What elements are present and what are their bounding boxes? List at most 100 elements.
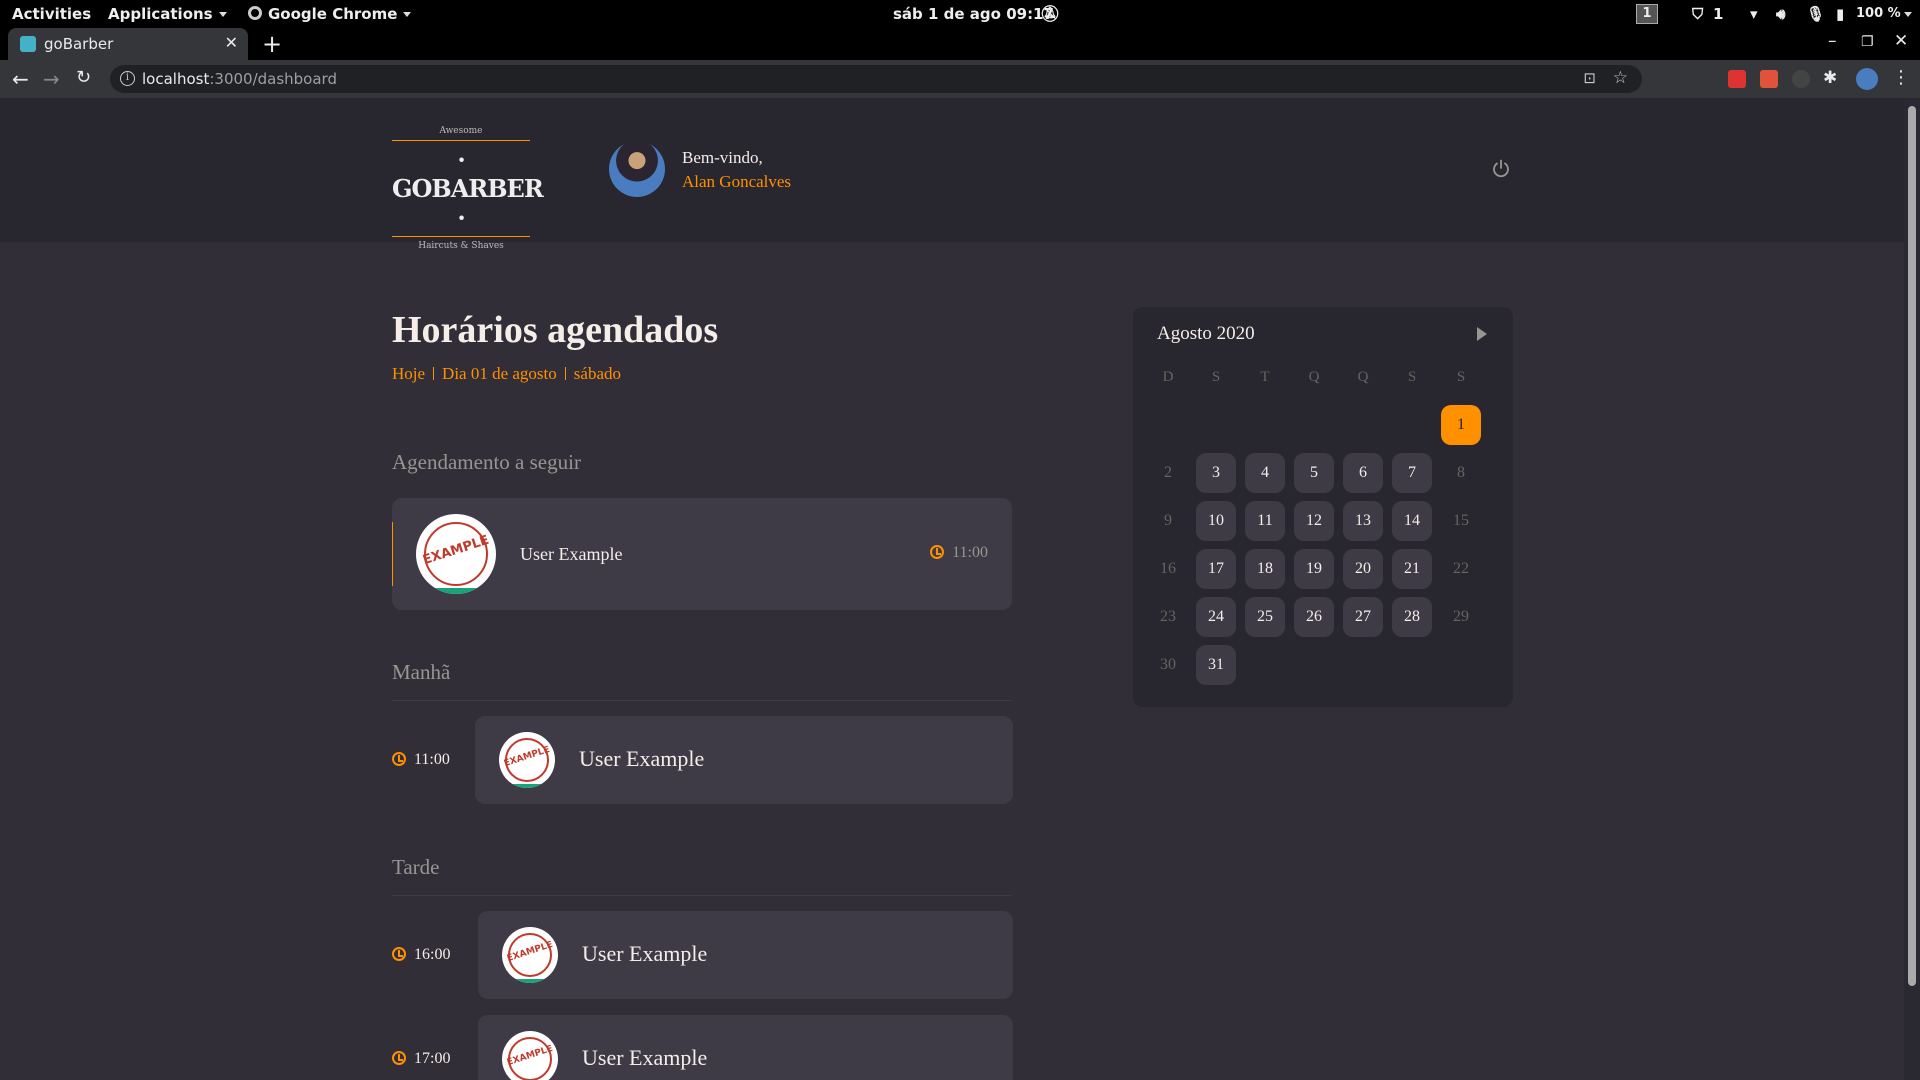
translate-icon[interactable]: ⊡: [1583, 69, 1596, 87]
profile-avatar-icon[interactable]: [1856, 68, 1878, 90]
address-bar[interactable]: i localhost:3000/dashboard ⊡ ☆: [110, 65, 1642, 93]
calendar-day[interactable]: 20: [1343, 549, 1383, 589]
calendar-day[interactable]: 13: [1343, 501, 1383, 541]
client-name: User Example: [579, 746, 705, 771]
calendar-day-selected: 1: [1441, 405, 1481, 445]
tab-strip: goBarber ✕ + – ❐ ✕: [0, 28, 1920, 60]
calendar-weekday: S: [1407, 369, 1417, 385]
calendar-day[interactable]: 26: [1294, 597, 1334, 637]
page-title: Horários agendados: [392, 309, 719, 351]
minimize-icon[interactable]: –: [1828, 31, 1837, 51]
logo-tagline-bottom: Haircuts & Shaves: [418, 241, 504, 251]
logo-wordmark: · GOBARBER ·: [392, 145, 544, 232]
calendar-weekday: S: [1211, 369, 1221, 385]
chrome-app-menu[interactable]: Google Chrome: [248, 5, 412, 23]
volume-icon[interactable]: 🔊︎: [1776, 5, 1785, 23]
calendar-day: 30: [1160, 656, 1176, 673]
calendar-day[interactable]: 4: [1245, 453, 1285, 493]
afternoon-section-label: Tarde: [392, 855, 440, 879]
client-avatar: EXAMPLE: [416, 514, 496, 594]
calendar-month-label: Agosto 2020: [1157, 323, 1255, 344]
system-menu-caret[interactable]: [1898, 5, 1912, 23]
calendar-day[interactable]: 27: [1343, 597, 1383, 637]
tab-title: goBarber: [44, 35, 114, 53]
new-tab-button[interactable]: +: [262, 30, 282, 58]
system-clock[interactable]: sáb 1 de ago 09:17: [893, 5, 1054, 23]
calendar-day[interactable]: 18: [1245, 549, 1285, 589]
wifi-icon[interactable]: ▾: [1750, 5, 1758, 23]
applications-menu[interactable]: Applications: [108, 5, 227, 23]
app-header: Awesome · GOBARBER · Haircuts & Shaves B…: [0, 98, 1904, 251]
logo-tagline-top: Awesome: [439, 126, 483, 136]
calendar-weekday: S: [1456, 369, 1466, 385]
client-name: User Example: [582, 1045, 708, 1070]
next-appointment-time: 11:00: [930, 544, 988, 562]
appointment-time: 16:00: [392, 946, 450, 964]
microphone-icon[interactable]: 🎙︎: [1806, 5, 1825, 23]
calendar-day[interactable]: 7: [1392, 453, 1432, 493]
appointment-card[interactable]: EXAMPLE User Example: [475, 716, 1013, 804]
extension-3-icon[interactable]: [1792, 70, 1810, 88]
back-icon[interactable]: ←: [12, 67, 29, 91]
calendar-day[interactable]: 21: [1392, 549, 1432, 589]
calendar-day[interactable]: 6: [1343, 453, 1383, 493]
profile-link[interactable]: Alan Goncalves: [682, 172, 791, 192]
clock-icon: [392, 947, 406, 961]
calendar-day[interactable]: 11: [1245, 501, 1285, 541]
restore-icon[interactable]: ❐: [1861, 34, 1874, 50]
subtitle-date: Dia 01 de agosto: [442, 364, 557, 383]
activities-button[interactable]: Activities: [12, 5, 91, 23]
close-window-icon[interactable]: ✕: [1894, 31, 1908, 51]
scrollbar-thumb[interactable]: [1908, 106, 1916, 986]
appointment-time: 11:00: [392, 751, 450, 769]
calendar-day[interactable]: 31: [1196, 645, 1236, 685]
client-name: User Example: [582, 941, 708, 966]
bookmark-star-icon[interactable]: ☆: [1613, 68, 1628, 88]
calendar-day[interactable]: 5: [1294, 453, 1334, 493]
user-avatar[interactable]: [609, 141, 665, 197]
appointment-time: 17:00: [392, 1050, 450, 1068]
calendar-day: 2: [1164, 464, 1172, 481]
forward-icon[interactable]: →: [43, 67, 60, 91]
calendar-day[interactable]: 12: [1294, 501, 1334, 541]
power-icon[interactable]: [1491, 159, 1511, 179]
calendar-day: 29: [1453, 608, 1469, 625]
calendar-day[interactable]: 28: [1392, 597, 1432, 637]
tab-gobarber[interactable]: goBarber ✕: [8, 28, 248, 60]
calendar-day[interactable]: 10: [1196, 501, 1236, 541]
next-month-icon[interactable]: [1477, 327, 1487, 341]
clock-icon: [392, 1051, 406, 1065]
next-appointment-card[interactable]: EXAMPLE User Example 11:00: [392, 498, 1012, 610]
extension-2-icon[interactable]: [1760, 70, 1778, 88]
shield-count: 1: [1713, 5, 1724, 23]
next-appointment-label: Agendamento a seguir: [392, 450, 581, 474]
appointment-card[interactable]: EXAMPLE User Example: [478, 1015, 1013, 1080]
calendar-day: 8: [1457, 464, 1465, 481]
workspace-indicator[interactable]: 1: [1636, 3, 1658, 24]
calendar-day[interactable]: 14: [1392, 501, 1432, 541]
chrome-icon: [248, 6, 262, 20]
gobarber-logo: Awesome · GOBARBER · Haircuts & Shaves: [392, 126, 544, 251]
page-scrollbar[interactable]: [1904, 98, 1920, 1080]
client-avatar: EXAMPLE: [502, 1031, 558, 1080]
calendar-day[interactable]: 19: [1294, 549, 1334, 589]
calendar-weekday: Q: [1308, 369, 1320, 385]
clock-icon: [930, 545, 945, 559]
reload-icon[interactable]: ↻: [76, 67, 91, 88]
appointment-card[interactable]: EXAMPLE User Example: [478, 911, 1013, 999]
calendar-weekday: D: [1162, 369, 1174, 385]
calendar-day[interactable]: 25: [1245, 597, 1285, 637]
calendar-day: 16: [1160, 560, 1176, 577]
client-avatar: EXAMPLE: [502, 927, 558, 983]
calendar-weekday: T: [1260, 369, 1270, 385]
url-text[interactable]: localhost:3000/dashboard: [142, 70, 337, 88]
extension-1-icon[interactable]: [1728, 70, 1746, 88]
calendar-day[interactable]: 17: [1196, 549, 1236, 589]
close-tab-icon[interactable]: ✕: [225, 33, 238, 52]
calendar-day[interactable]: 24: [1196, 597, 1236, 637]
chrome-menu-icon[interactable]: ⋮: [1892, 67, 1910, 88]
calendar-day[interactable]: 3: [1196, 453, 1236, 493]
site-info-icon[interactable]: i: [120, 71, 135, 86]
extensions-puzzle-icon[interactable]: ✱: [1823, 68, 1837, 88]
clock-icon: [392, 752, 406, 766]
